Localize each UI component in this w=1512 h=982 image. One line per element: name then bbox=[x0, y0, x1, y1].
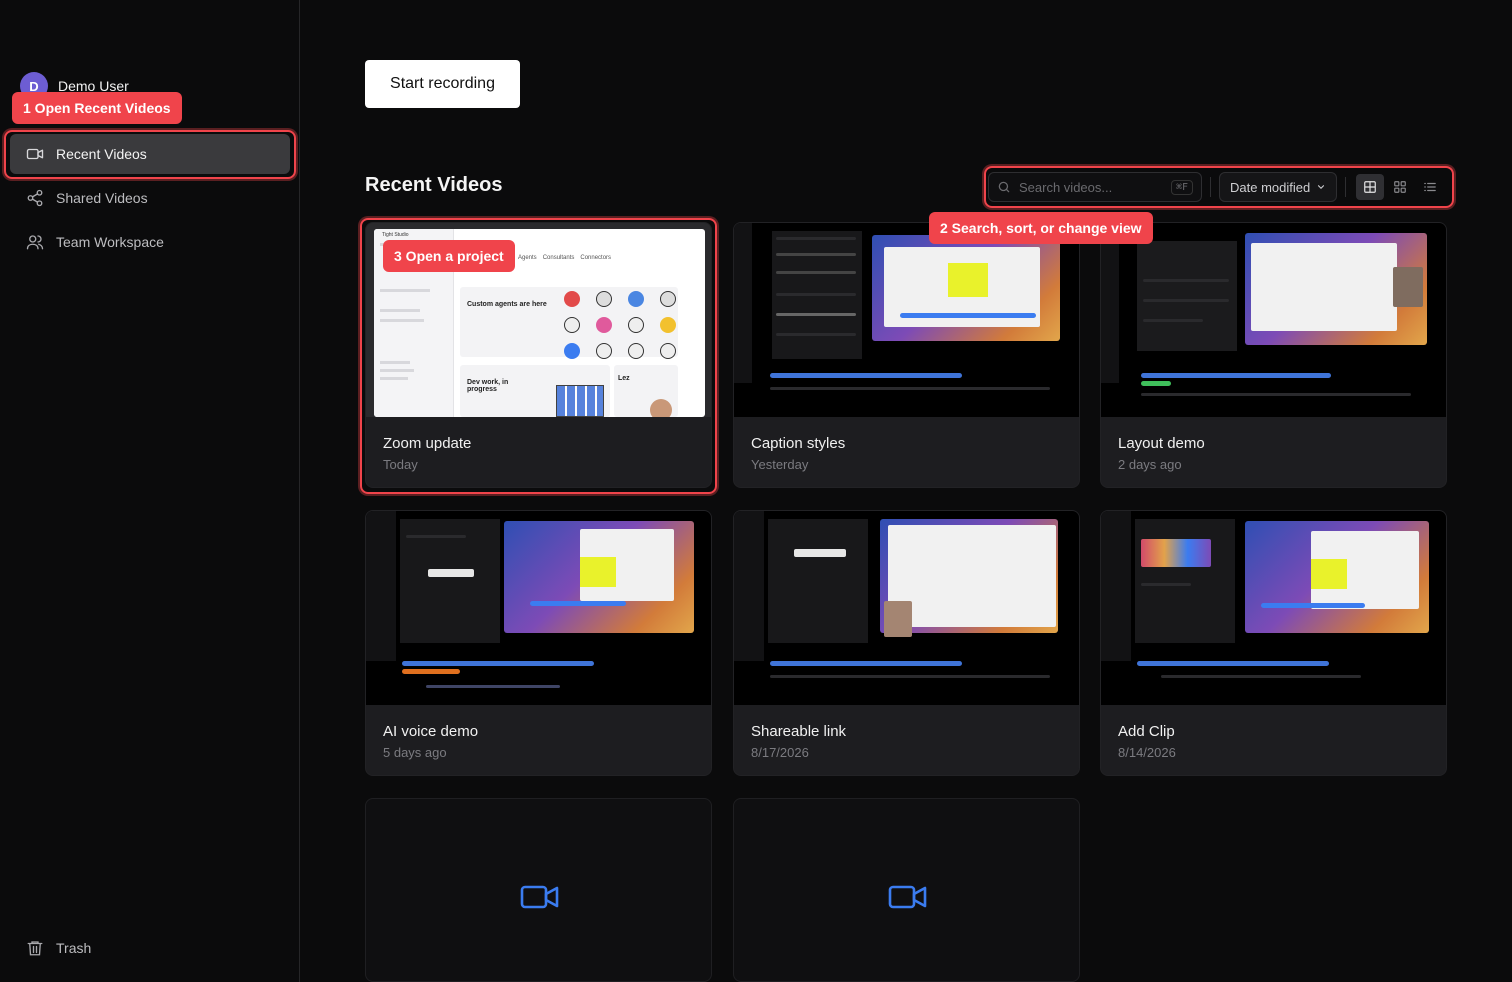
video-thumbnail bbox=[734, 511, 1079, 705]
page-title: Recent Videos bbox=[365, 174, 503, 196]
thumb-tabs: Agents Consultants Connectors bbox=[518, 255, 611, 261]
chevron-down-icon bbox=[1318, 185, 1325, 190]
sidebar-item-shared-videos[interactable]: Shared Videos bbox=[10, 178, 290, 218]
thumb-card-title: Custom agents are here bbox=[467, 301, 547, 308]
video-date: Yesterday bbox=[751, 457, 809, 472]
sort-selected-value: Date modified bbox=[1230, 179, 1311, 195]
video-card[interactable]: Layout demo 2 days ago bbox=[1100, 222, 1447, 488]
video-title: Caption styles bbox=[751, 435, 846, 452]
thumb-card-title: Dev work, in progress bbox=[467, 379, 509, 393]
sort-dropdown[interactable]: Date modified bbox=[1219, 172, 1338, 202]
video-card-placeholder[interactable] bbox=[733, 798, 1080, 982]
main-content: Start recording Recent Videos ⌘F Date mo… bbox=[300, 0, 1512, 982]
video-thumbnail bbox=[366, 511, 711, 705]
thumb-card-title: Lez bbox=[618, 375, 630, 382]
video-thumbnail bbox=[734, 223, 1079, 417]
sidebar-item-label: Recent Videos bbox=[56, 146, 147, 162]
search-shortcut: ⌘F bbox=[1170, 179, 1193, 195]
thumb-app-name: Tight Studio bbox=[382, 232, 409, 238]
trash-icon bbox=[27, 941, 43, 956]
video-date: Today bbox=[383, 457, 418, 472]
video-camera-icon bbox=[26, 148, 44, 160]
video-title: Add Clip bbox=[1118, 723, 1175, 740]
view-mode-toggle bbox=[1354, 172, 1446, 202]
video-card[interactable]: Caption styles Yesterday bbox=[733, 222, 1080, 488]
large-grid-icon bbox=[1364, 181, 1377, 193]
video-card-placeholder[interactable] bbox=[365, 798, 712, 982]
list-icon bbox=[1424, 182, 1437, 192]
search-icon bbox=[998, 181, 1010, 193]
video-title: AI voice demo bbox=[383, 723, 479, 740]
video-card[interactable]: AI voice demo 5 days ago bbox=[365, 510, 712, 776]
video-date: 5 days ago bbox=[383, 745, 447, 760]
video-date: 2 days ago bbox=[1118, 457, 1182, 472]
small-grid-icon bbox=[1394, 181, 1407, 193]
video-title: Zoom update bbox=[383, 435, 472, 452]
search-box[interactable]: ⌘F bbox=[988, 172, 1202, 202]
video-thumbnail bbox=[1101, 511, 1446, 705]
video-toolbar: ⌘F Date modified bbox=[988, 170, 1450, 204]
video-camera-icon bbox=[888, 885, 927, 909]
search-input[interactable] bbox=[1019, 179, 1163, 195]
sidebar-item-recent-videos[interactable]: Recent Videos bbox=[10, 134, 290, 174]
sidebar-item-team-workspace[interactable]: Team Workspace bbox=[10, 222, 290, 262]
sidebar-item-label: Team Workspace bbox=[56, 234, 164, 250]
video-title: Layout demo bbox=[1118, 435, 1205, 452]
share-icon bbox=[27, 189, 43, 207]
video-date: 8/14/2026 bbox=[1118, 745, 1176, 760]
sidebar: D Demo User 1 Open Recent Videos Recent … bbox=[0, 0, 300, 982]
callout-open-recent-videos: 1 Open Recent Videos bbox=[12, 92, 182, 124]
toolbar-divider bbox=[1210, 177, 1211, 197]
view-list-button[interactable] bbox=[1416, 174, 1444, 200]
sidebar-item-trash[interactable]: Trash bbox=[10, 928, 290, 968]
video-title: Shareable link bbox=[751, 723, 847, 740]
sidebar-item-label: Trash bbox=[56, 940, 92, 956]
sidebar-item-label: Shared Videos bbox=[56, 190, 148, 206]
callout-open-project: 3 Open a project bbox=[383, 240, 515, 272]
start-recording-button[interactable]: Start recording bbox=[365, 60, 520, 108]
video-card[interactable]: Add Clip 8/14/2026 bbox=[1100, 510, 1447, 776]
thumb-tab: Agents bbox=[518, 255, 537, 261]
video-date: 8/17/2026 bbox=[751, 745, 809, 760]
video-camera-icon bbox=[520, 885, 559, 909]
callout-search-sort-view: 2 Search, sort, or change view bbox=[929, 212, 1153, 244]
thumb-tab: Connectors bbox=[580, 255, 612, 261]
video-card[interactable]: Shareable link 8/17/2026 bbox=[733, 510, 1080, 776]
thumb-tab: Consultants bbox=[542, 255, 575, 261]
toolbar-divider bbox=[1345, 177, 1347, 197]
view-small-grid-button[interactable] bbox=[1386, 174, 1414, 200]
video-thumbnail bbox=[1101, 223, 1446, 417]
view-large-grid-button[interactable] bbox=[1356, 174, 1385, 200]
users-icon bbox=[26, 235, 44, 250]
